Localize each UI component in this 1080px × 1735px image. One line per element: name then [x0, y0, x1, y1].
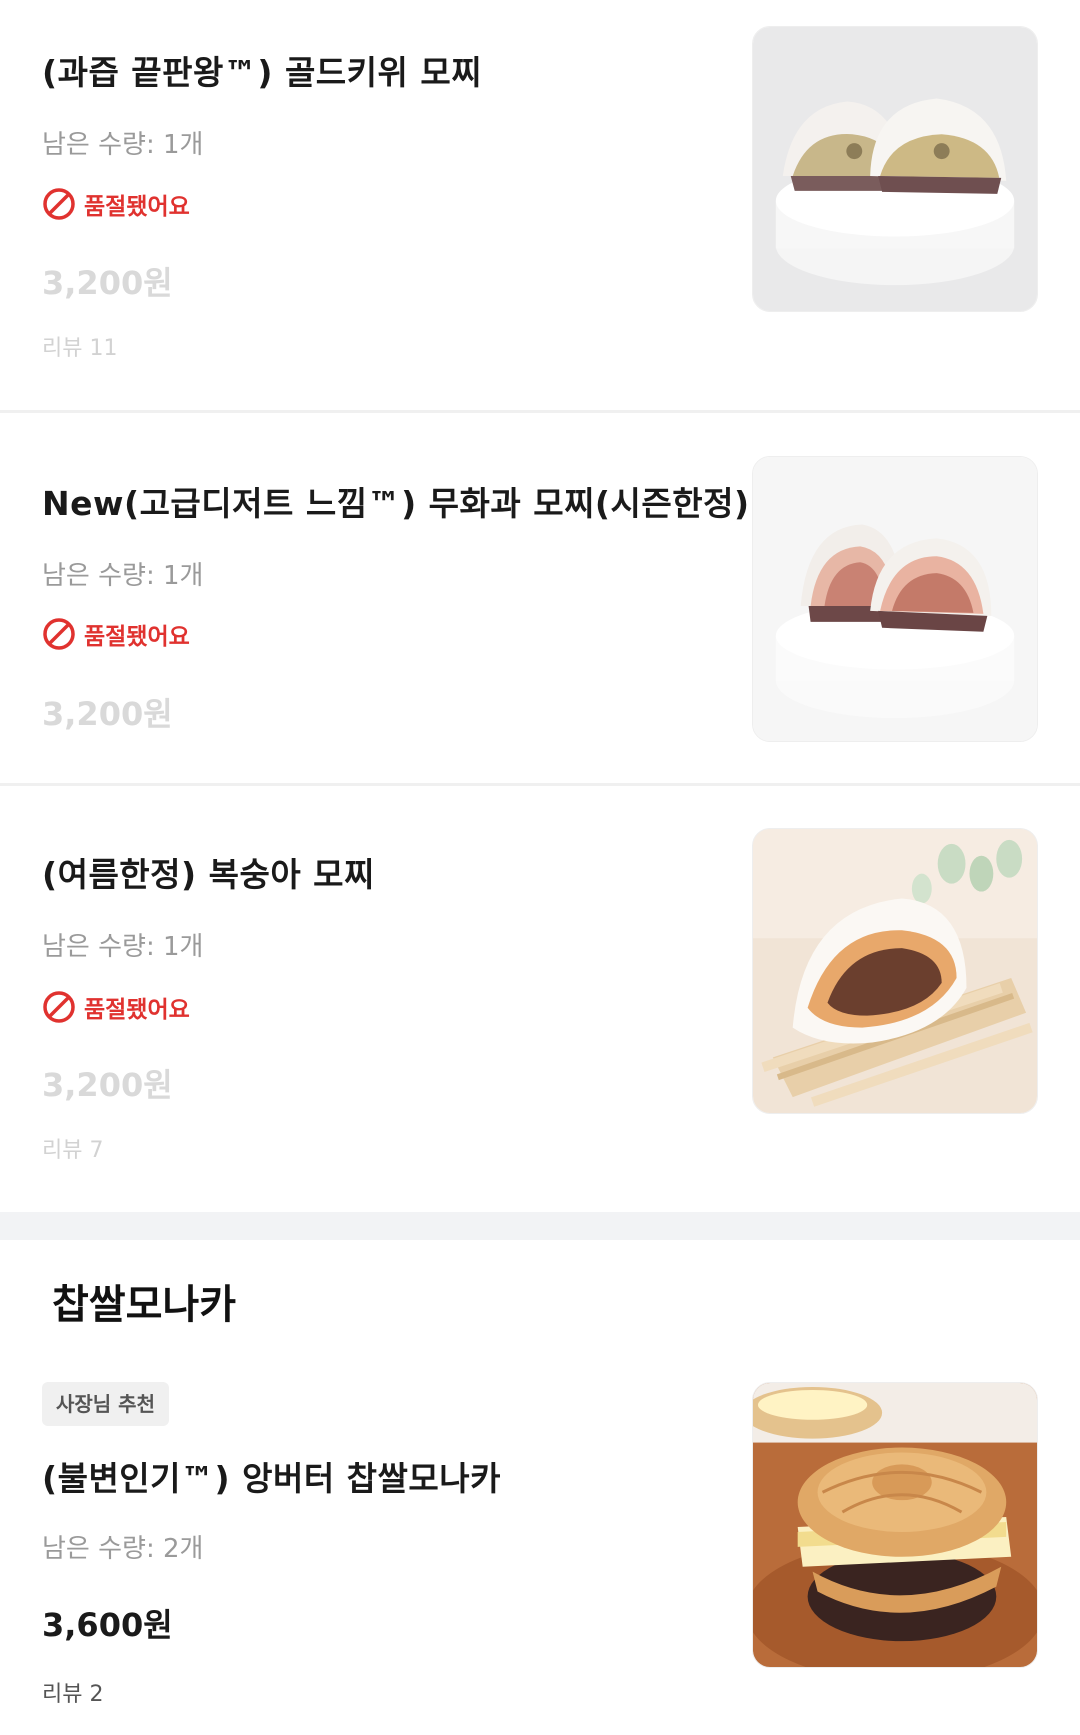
- soldout-status: 품절됐어요: [42, 988, 190, 1026]
- menu-item-peach[interactable]: (여름한정) 복숭아 모찌 남은 수량: 1개 품절됐어요 3,200원 리뷰 …: [0, 786, 1080, 1212]
- soldout-label: 품절됐어요: [84, 997, 190, 1023]
- review-count[interactable]: 리뷰 11: [42, 330, 117, 362]
- section-separator: [0, 1212, 1080, 1240]
- remaining-quantity: 남은 수량: 2개: [42, 1534, 204, 1564]
- menu-item-anbutter-monaka[interactable]: 사장님 추천 (불변인기™) 앙버터 찹쌀모나카 남은 수량: 2개 3,600…: [0, 1340, 1080, 1735]
- price: 3,200원: [42, 695, 173, 733]
- price: 3,200원: [42, 264, 173, 302]
- prohibited-icon: [43, 618, 75, 650]
- section-title: 찹쌀모나카: [52, 1282, 236, 1328]
- soldout-status: 품절됐어요: [42, 185, 190, 223]
- recommend-badge: 사장님 추천: [42, 1382, 169, 1426]
- remaining-quantity: 남은 수량: 1개: [42, 130, 204, 160]
- remaining-quantity: 남은 수량: 1개: [42, 561, 204, 591]
- price: 3,600원: [42, 1606, 173, 1644]
- soldout-status: 품절됐어요: [42, 615, 190, 653]
- menu-item-gold-kiwi[interactable]: (과즙 끝판왕™) 골드키위 모찌 남은 수량: 1개 품절됐어요 3,200원…: [0, 0, 1080, 410]
- prohibited-icon: [43, 188, 75, 220]
- peach-mochi-photo: [752, 828, 1038, 1114]
- prohibited-icon: [43, 991, 75, 1023]
- menu-item-name: (불변인기™) 앙버터 찹쌀모나카: [42, 1459, 501, 1498]
- menu-item-name: (과즙 끝판왕™) 골드키위 모찌: [42, 53, 483, 92]
- fig-mochi-photo: [752, 456, 1038, 742]
- price: 3,200원: [42, 1066, 173, 1104]
- review-count[interactable]: 리뷰 2: [42, 1676, 103, 1708]
- review-count[interactable]: 리뷰 7: [42, 1132, 103, 1164]
- soldout-label: 품절됐어요: [84, 194, 190, 220]
- gold-kiwi-mochi-photo: [752, 26, 1038, 312]
- anbutter-monaka-photo: [752, 1382, 1038, 1668]
- menu-item-name: New(고급디저트 느낌™) 무화과 모찌(시즌한정): [42, 484, 750, 523]
- soldout-label: 품절됐어요: [84, 624, 190, 650]
- menu-item-fig[interactable]: New(고급디저트 느낌™) 무화과 모찌(시즌한정) 남은 수량: 1개 품절…: [0, 413, 1080, 783]
- menu-item-name: (여름한정) 복숭아 모찌: [42, 855, 375, 894]
- remaining-quantity: 남은 수량: 1개: [42, 932, 204, 962]
